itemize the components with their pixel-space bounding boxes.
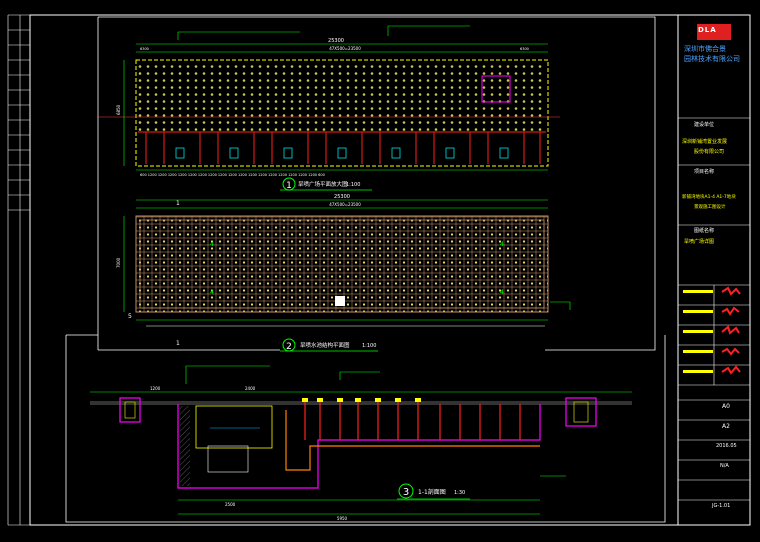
drawing-name: 旱喷广场详图 bbox=[684, 239, 715, 245]
view-2-number: 2 bbox=[286, 342, 292, 352]
sheet-size: A2 bbox=[722, 423, 730, 430]
svg-text:1: 1 bbox=[176, 340, 180, 347]
title-block bbox=[677, 14, 751, 526]
svg-text:4: 4 bbox=[500, 241, 504, 248]
plan-view-2: 4 4 4 4 25300 47X500=23500 7000 1 1 5 2 旱喷… bbox=[116, 194, 571, 352]
signature-2 bbox=[721, 306, 740, 316]
scale-value: A0 bbox=[722, 403, 730, 410]
svg-text:6300: 6300 bbox=[520, 47, 529, 51]
plan1-sub-dim: 47X500=23500 bbox=[329, 46, 361, 51]
signature-4 bbox=[721, 347, 740, 356]
view-1-title: 旱喷广场平面放大图 bbox=[298, 180, 348, 188]
client-name-line1: 深圳新铺湾置业发展 bbox=[682, 139, 728, 145]
view-2-title: 旱喷水池结构平面图 bbox=[300, 341, 350, 349]
section-mid-dim: 2400 bbox=[245, 386, 256, 391]
plan2-height-dim: 7000 bbox=[116, 257, 121, 268]
binding-strip bbox=[7, 14, 30, 526]
drawing-sheet: 6300 6300 600 1200 1200 1200 1200 1200 12… bbox=[0, 0, 760, 538]
svg-text:4: 4 bbox=[500, 289, 504, 296]
client-name-line2: 股份有限公司 bbox=[694, 149, 725, 155]
company-logo-text: DLA bbox=[698, 26, 717, 34]
section-view: 1200 2400 2500 5950 3 1-1剖面图 1:30 bbox=[65, 334, 666, 523]
company-name-line1: 深圳市佛合景 bbox=[684, 45, 726, 53]
view-3-scale: 1:30 bbox=[454, 490, 465, 496]
view-1-number: 1 bbox=[286, 181, 292, 191]
view-2-scale: 1:100 bbox=[362, 343, 376, 349]
signature-5 bbox=[721, 365, 741, 375]
svg-text:4: 4 bbox=[210, 241, 214, 248]
signature-1 bbox=[721, 286, 741, 296]
client-label: 建设单位 bbox=[694, 122, 715, 128]
svg-text:6300: 6300 bbox=[140, 47, 149, 51]
section-sub-dim: 2500 bbox=[225, 502, 236, 507]
svg-text:4: 4 bbox=[210, 289, 214, 296]
drawing-label: 图纸名称 bbox=[694, 228, 715, 234]
signature-3 bbox=[721, 325, 740, 335]
company-name-line2: 园林技术有限公司 bbox=[684, 55, 740, 63]
plan2-total-dim: 25300 bbox=[334, 194, 350, 200]
plan1-height-dim: 6850 bbox=[116, 104, 121, 115]
project-name-line2: 景观施工图设计 bbox=[694, 205, 726, 210]
view-3-title: 1-1剖面图 bbox=[418, 488, 446, 496]
drawing-number-na: N/A bbox=[720, 463, 729, 469]
drawing-no: JG-1.01 bbox=[712, 503, 731, 509]
drawing-date: 2016.05 bbox=[716, 443, 737, 449]
project-name-line1: 新铺湾地块A1-4 A1-7地块 bbox=[682, 195, 736, 200]
project-label: 项目名称 bbox=[694, 169, 715, 175]
cad-drawing: 6300 6300 600 1200 1200 1200 1200 1200 12… bbox=[7, 14, 751, 526]
section-left-dim: 1200 bbox=[150, 386, 161, 391]
svg-text:600 1200 1200 1200 1200 1200 1: 600 1200 1200 1200 1200 1200 1200 1200 1… bbox=[140, 173, 325, 177]
svg-text:5: 5 bbox=[128, 313, 132, 320]
view-3-number: 3 bbox=[403, 487, 409, 498]
svg-text:1: 1 bbox=[176, 200, 180, 207]
section-total-dim: 5950 bbox=[337, 516, 348, 521]
plan1-total-dim: 25300 bbox=[328, 38, 344, 44]
view-1-scale: 1:100 bbox=[346, 182, 360, 188]
plan2-sub-dim: 47X500=23500 bbox=[329, 202, 361, 207]
